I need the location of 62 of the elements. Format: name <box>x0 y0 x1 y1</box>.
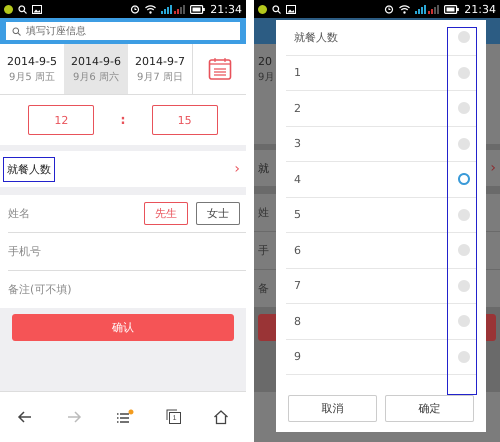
app-icon <box>4 4 13 14</box>
search-icon <box>272 4 281 14</box>
diners-label: 就 <box>258 160 269 176</box>
radio-button[interactable] <box>458 350 470 363</box>
diners-label[interactable]: 就餐人数 <box>3 156 55 182</box>
chevron-icon: › <box>234 161 240 177</box>
status-time: 21:34 <box>210 2 242 16</box>
time-separator: : <box>120 112 126 128</box>
status-time: 21:34 <box>464 2 496 16</box>
alarm-icon <box>130 4 140 14</box>
signal-icon <box>161 4 186 14</box>
radio-button[interactable] <box>458 315 470 328</box>
name-label: 姓 <box>258 205 269 220</box>
option-label[interactable]: 5 <box>294 208 301 222</box>
minute-field[interactable]: 15 <box>152 105 218 135</box>
dialog-button[interactable]: 确定 <box>385 395 474 422</box>
date-tab[interactable]: 2014-9-7 9月7 周日 <box>128 44 192 94</box>
radio-button[interactable] <box>458 31 470 44</box>
date-text: 20 <box>258 54 272 68</box>
option-label[interactable]: 6 <box>294 244 301 257</box>
dialog-title: 就餐人数 <box>294 30 338 45</box>
search-field[interactable]: 填写订座信息 <box>6 22 240 40</box>
app-icon <box>258 4 267 14</box>
calendar-icon[interactable] <box>208 57 232 81</box>
wifi-icon <box>145 4 156 14</box>
battery-icon <box>190 4 206 14</box>
title-button[interactable]: 先生 <box>144 202 188 225</box>
dialog-button[interactable]: 取消 <box>288 395 377 422</box>
image-icon <box>32 4 42 14</box>
phone-label: 手 <box>258 243 269 258</box>
chevron-icon: › <box>490 160 496 176</box>
option-label[interactable]: 3 <box>294 137 301 150</box>
option-label[interactable]: 8 <box>294 314 301 328</box>
date-tab[interactable]: 2014-9-6 9月6 周六 <box>64 44 128 94</box>
date-tab[interactable]: 2014-9-5 9月5 周五 <box>0 44 64 94</box>
title-button[interactable]: 女士 <box>196 202 240 225</box>
home-icon <box>213 409 230 425</box>
signal-icon <box>415 4 440 14</box>
radio-button[interactable] <box>458 66 470 79</box>
right-arrow-icon <box>66 409 82 425</box>
radio-button[interactable] <box>458 244 470 256</box>
option-label[interactable]: 7 <box>294 279 301 292</box>
radio-button[interactable] <box>458 102 470 114</box>
menu-icon <box>116 409 134 425</box>
wifi-icon <box>399 4 410 14</box>
image-icon <box>286 4 296 14</box>
option-label[interactable]: 9 <box>294 350 301 364</box>
hour-field[interactable]: 12 <box>28 105 94 135</box>
radio-button[interactable] <box>458 208 470 221</box>
weekday-text: 9月 <box>258 70 274 84</box>
option-label[interactable]: 1 <box>294 66 301 80</box>
search-icon <box>18 4 27 14</box>
search-icon <box>12 27 21 36</box>
alarm-icon <box>384 4 394 14</box>
left-arrow-icon <box>16 409 33 425</box>
battery-icon <box>444 4 460 14</box>
option-label[interactable]: 4 <box>294 172 301 186</box>
option-label[interactable]: 2 <box>294 102 301 115</box>
radio-button[interactable] <box>458 280 470 292</box>
radio-button[interactable] <box>458 173 470 186</box>
note-label: 备 <box>258 281 269 296</box>
radio-button[interactable] <box>458 138 470 150</box>
